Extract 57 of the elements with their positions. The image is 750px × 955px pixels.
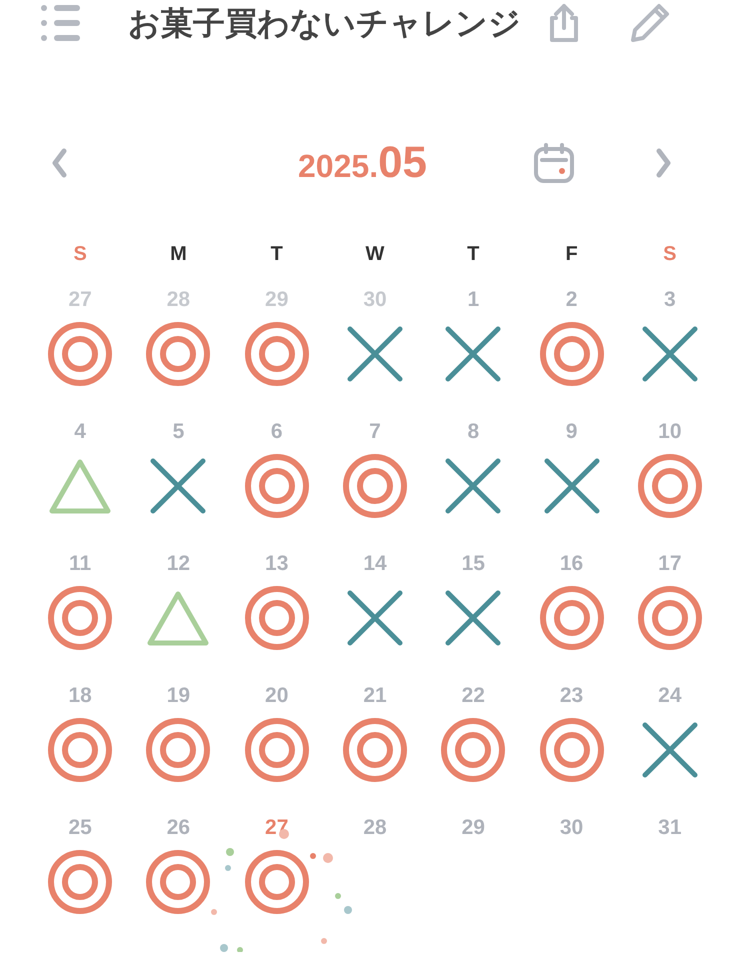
- weekday-label: S: [73, 242, 87, 267]
- day-number[interactable]: 12: [166, 548, 190, 580]
- day-number[interactable]: 2: [566, 284, 578, 316]
- confetti-dot: [344, 906, 352, 914]
- day-number[interactable]: 4: [74, 416, 86, 448]
- day-number[interactable]: 8: [467, 416, 480, 448]
- day-number[interactable]: 1: [467, 284, 480, 316]
- day-number[interactable]: 27: [68, 284, 92, 316]
- weekday-label: S: [663, 242, 677, 267]
- day-number[interactable]: 19: [166, 680, 190, 712]
- day-number[interactable]: 14: [363, 548, 387, 580]
- day-number[interactable]: 17: [658, 548, 682, 580]
- list-icon[interactable]: [40, 3, 82, 43]
- weekday-label: T: [467, 242, 480, 267]
- confetti-dot: [211, 909, 217, 915]
- confetti-dot: [310, 853, 316, 859]
- day-number[interactable]: 21: [363, 680, 387, 712]
- calendar-icon[interactable]: [533, 142, 576, 184]
- confetti-dot: [220, 944, 228, 952]
- day-number[interactable]: 10: [658, 416, 682, 448]
- previous-month-icon[interactable]: [50, 148, 68, 178]
- day-number[interactable]: 7: [369, 416, 381, 448]
- weekday-label: M: [170, 242, 187, 267]
- confetti-dot: [321, 938, 327, 944]
- day-number[interactable]: 29: [462, 812, 485, 844]
- day-number[interactable]: 22: [462, 680, 485, 712]
- day-number[interactable]: 29: [265, 284, 288, 316]
- weekday-label: F: [565, 242, 578, 267]
- page-title: お菓子買わないチャレンジ: [128, 4, 521, 43]
- day-number[interactable]: 6: [270, 416, 283, 448]
- day-number[interactable]: 31: [658, 812, 682, 844]
- next-month-icon[interactable]: [655, 148, 674, 178]
- day-number[interactable]: 20: [265, 680, 288, 712]
- day-number[interactable]: 25: [68, 812, 92, 844]
- day-number[interactable]: 26: [166, 812, 190, 844]
- confetti-dot: [226, 848, 234, 856]
- month-label: 2025.05: [298, 137, 428, 189]
- day-number[interactable]: 11: [69, 548, 92, 580]
- day-number[interactable]: 30: [560, 812, 584, 844]
- weekday-label: W: [366, 242, 384, 267]
- confetti-dot: [335, 893, 341, 899]
- pencil-icon[interactable]: [629, 2, 671, 44]
- confetti-dot: [225, 865, 231, 871]
- day-number[interactable]: 5: [172, 416, 184, 448]
- day-number[interactable]: 28: [363, 812, 387, 844]
- day-number[interactable]: 30: [363, 284, 387, 316]
- confetti-dot: [323, 853, 333, 863]
- day-number[interactable]: 16: [560, 548, 584, 580]
- day-number[interactable]: 13: [265, 548, 288, 580]
- weekday-label: T: [270, 242, 283, 267]
- day-number[interactable]: 23: [560, 680, 584, 712]
- day-number[interactable]: 15: [462, 548, 485, 580]
- day-number[interactable]: 3: [664, 284, 676, 316]
- day-number[interactable]: 28: [166, 284, 190, 316]
- day-number[interactable]: 9: [566, 416, 578, 448]
- day-number[interactable]: 18: [68, 680, 92, 712]
- day-number[interactable]: 24: [658, 680, 682, 712]
